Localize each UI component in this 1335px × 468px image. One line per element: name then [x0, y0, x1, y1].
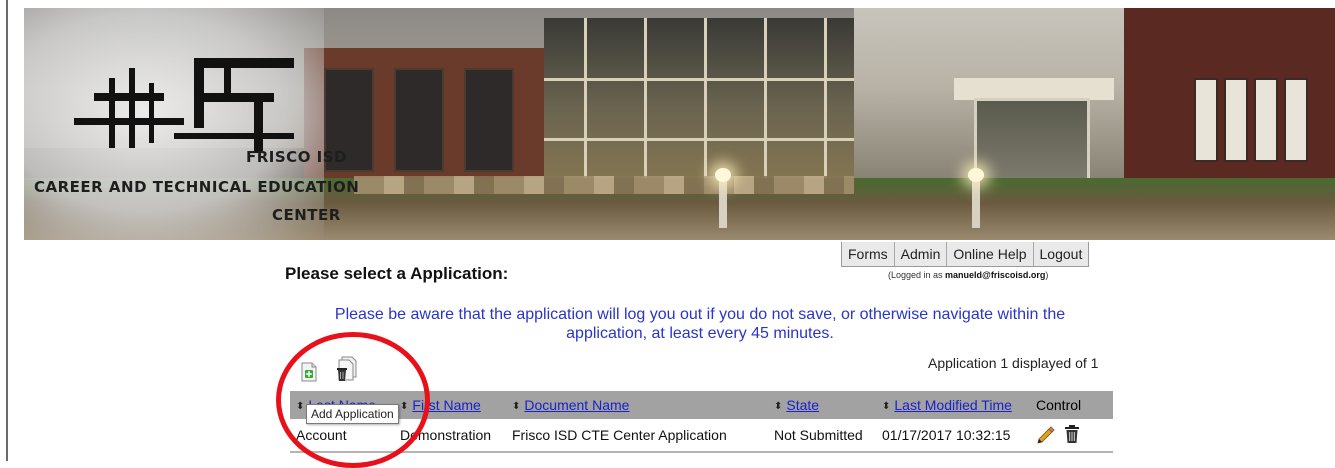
logged-in-prefix: (Logged in as [888, 270, 946, 280]
nav-forms[interactable]: Forms [842, 242, 895, 266]
nav-admin[interactable]: Admin [895, 242, 948, 266]
logged-in-suffix: ) [1045, 270, 1049, 280]
mullion [824, 18, 827, 198]
sort-icon: ⬍ [774, 401, 783, 412]
pencil-icon[interactable] [1036, 424, 1056, 444]
rail [544, 78, 864, 81]
banner-window [464, 68, 514, 172]
logo-text-career: CAREER AND TECHNICAL EDUCATION [34, 178, 360, 196]
banner-window [1194, 78, 1218, 162]
banner-window [1224, 78, 1248, 162]
mullion [704, 18, 707, 198]
sort-document-name-link[interactable]: Document Name [524, 397, 629, 413]
col-document-name[interactable]: ⬍ Document Name [506, 391, 768, 419]
header-banner: FRISCO ISD CAREER AND TECHNICAL EDUCATIO… [24, 8, 1335, 240]
cell-state: Not Submitted [774, 427, 863, 443]
banner-rocks [354, 176, 854, 194]
cte-logo-icon [74, 58, 294, 153]
lamp-post [968, 168, 984, 228]
page-title: Please select a Application: [285, 264, 509, 283]
col-last-modified[interactable]: ⬍ Last Modified Time [876, 391, 1030, 419]
notice-line-2: application, at least every 45 minutes. [566, 325, 834, 342]
logged-in-status: (Logged in as manueld@friscoisd.org) [888, 270, 1048, 280]
col-control: Control [1036, 397, 1082, 413]
sort-last-modified-link[interactable]: Last Modified Time [894, 397, 1012, 413]
logo-text-center: CENTER [272, 206, 341, 224]
banner-canopy [954, 78, 1114, 100]
col-state[interactable]: ⬍ State [768, 391, 876, 419]
cell-last-modified: 01/17/2017 10:32:15 [882, 427, 1011, 443]
nav-logout[interactable]: Logout [1034, 242, 1089, 266]
rail [544, 138, 864, 141]
red-annotation-circle [276, 332, 430, 468]
banner-glass-facade [544, 18, 864, 198]
top-nav: Forms Admin Online Help Logout [841, 242, 1090, 267]
mullion [764, 18, 767, 198]
browser-left-edge [0, 0, 8, 461]
lamp-post [715, 168, 731, 228]
mullion [644, 18, 647, 198]
sort-icon: ⬍ [512, 401, 521, 412]
record-count: Application 1 displayed of 1 [928, 355, 1099, 371]
sort-icon: ⬍ [882, 401, 891, 412]
banner-window [1284, 78, 1308, 162]
sort-state-link[interactable]: State [786, 397, 819, 413]
nav-online-help[interactable]: Online Help [947, 242, 1034, 266]
trash-icon[interactable] [1064, 424, 1080, 444]
banner-window [394, 68, 444, 172]
notice-line-1: Please be aware that the application wil… [334, 306, 1066, 323]
mullion [584, 18, 587, 198]
banner-window [1254, 78, 1278, 162]
cell-document-name: Frisco ISD CTE Center Application [512, 427, 727, 443]
logged-in-user: manueld@friscoisd.org [945, 270, 1046, 280]
session-timeout-notice: Please be aware that the application wil… [290, 305, 1110, 343]
logo-text-frisco: FRISCO ISD [246, 148, 347, 166]
cell-control [1030, 419, 1113, 452]
